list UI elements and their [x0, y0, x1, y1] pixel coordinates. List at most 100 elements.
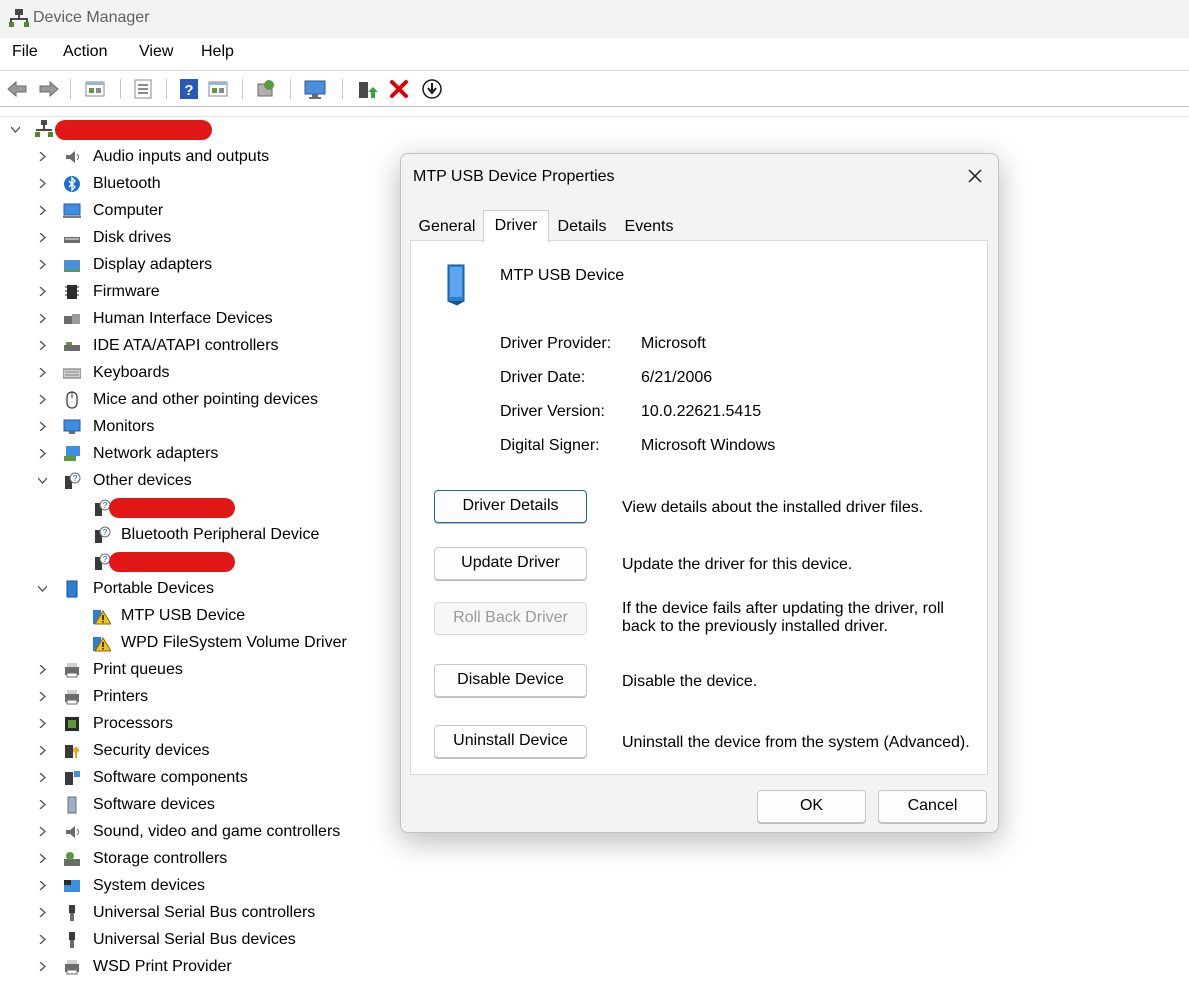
tree-item-computer[interactable]: Computer	[0, 197, 390, 224]
tree-item-network-adapters[interactable]: Network adapters	[0, 440, 390, 467]
tree-item-label: WPD FileSystem Volume Driver	[121, 634, 347, 651]
chevron-right-icon[interactable]	[38, 854, 47, 863]
chevron-right-icon[interactable]	[38, 152, 47, 161]
chevron-down-icon[interactable]	[38, 584, 47, 593]
help-icon[interactable]: ?	[178, 78, 200, 100]
tree-item-human-interface-devices[interactable]: Human Interface Devices	[0, 305, 390, 332]
tree-item-sound-video-and-game-controllers[interactable]: Sound, video and game controllers	[0, 818, 390, 845]
tree-item-label: Universal Serial Bus controllers	[93, 904, 316, 921]
chevron-right-icon[interactable]	[38, 206, 47, 215]
tree-item-bluetooth[interactable]: Bluetooth	[0, 170, 390, 197]
tree-item-processors[interactable]: Processors	[0, 710, 390, 737]
close-icon[interactable]	[964, 165, 986, 187]
svg-text:?: ?	[103, 528, 108, 537]
tree-item-wsd-print-provider[interactable]: WSD Print Provider	[0, 953, 390, 980]
driver-version-value: 10.0.22621.5415	[641, 403, 762, 420]
chevron-right-icon[interactable]	[38, 719, 47, 728]
monitor-icon[interactable]	[304, 78, 326, 100]
cancel-button[interactable]: Cancel	[878, 790, 987, 823]
chevron-right-icon[interactable]	[38, 395, 47, 404]
tree-item-mice-and-other-pointing-devices[interactable]: Mice and other pointing devices	[0, 386, 390, 413]
tree-item-bluetooth-peripheral-device[interactable]: ? Bluetooth Peripheral Device	[0, 521, 390, 548]
menu-view[interactable]: View	[139, 43, 173, 61]
show-hidden-icon[interactable]	[207, 78, 229, 100]
scan-hardware-icon[interactable]	[254, 78, 276, 100]
tree-item-label: IDE ATA/ATAPI controllers	[93, 337, 279, 354]
tree-item-label: Bluetooth	[93, 175, 161, 192]
tree-item-redacted-device[interactable]: ?	[0, 494, 390, 521]
update-view-icon[interactable]	[132, 78, 154, 100]
chevron-right-icon[interactable]	[38, 422, 47, 431]
printer-icon	[65, 690, 79, 705]
chevron-right-icon[interactable]	[38, 287, 47, 296]
chevron-right-icon[interactable]	[38, 962, 47, 971]
chevron-right-icon[interactable]	[38, 314, 47, 323]
chevron-right-icon[interactable]	[38, 827, 47, 836]
chevron-down-icon[interactable]	[38, 476, 47, 485]
driver-provider-value: Microsoft	[641, 335, 706, 352]
tab-details[interactable]: Details	[552, 213, 612, 240]
back-arrow-icon[interactable]	[6, 78, 28, 100]
driver-details-button[interactable]: Driver Details	[434, 490, 587, 523]
tree-item-universal-serial-bus-devices[interactable]: Universal Serial Bus devices	[0, 926, 390, 953]
tree-item-other-devices[interactable]: ? Other devices	[0, 467, 390, 494]
chevron-down-icon[interactable]	[11, 125, 20, 134]
menu-action[interactable]: Action	[63, 43, 107, 61]
forward-arrow-icon[interactable]	[38, 78, 60, 100]
uninstall-icon[interactable]	[388, 78, 410, 100]
chevron-right-icon[interactable]	[38, 179, 47, 188]
tree-item-print-queues[interactable]: Print queues	[0, 656, 390, 683]
tree-item-audio-inputs-and-outputs[interactable]: Audio inputs and outputs	[0, 143, 390, 170]
tree-item-monitors[interactable]: Monitors	[0, 413, 390, 440]
chevron-right-icon[interactable]	[38, 935, 47, 944]
chevron-right-icon[interactable]	[38, 773, 47, 782]
chevron-right-icon[interactable]	[38, 908, 47, 917]
tab-general[interactable]: General	[414, 213, 480, 240]
tree-item-security-devices[interactable]: Security devices	[0, 737, 390, 764]
tree-item-wpd-filesystem-volume-driver[interactable]: WPD FileSystem Volume Driver	[0, 629, 390, 656]
tree-item-label: Printers	[93, 688, 149, 705]
chevron-right-icon[interactable]	[38, 881, 47, 890]
chevron-right-icon[interactable]	[38, 260, 47, 269]
download-icon[interactable]	[421, 78, 443, 100]
tree-item-ide-ata-atapi-controllers[interactable]: IDE ATA/ATAPI controllers	[0, 332, 390, 359]
driver-version-label: Driver Version:	[500, 403, 605, 420]
tree-item-display-adapters[interactable]: Display adapters	[0, 251, 390, 278]
uninstall-device-button[interactable]: Uninstall Device	[434, 725, 587, 758]
tree-root[interactable]	[0, 116, 390, 143]
disable-device-button[interactable]: Disable Device	[434, 664, 587, 697]
roll-back-driver-button[interactable]: Roll Back Driver	[434, 602, 587, 635]
properties-icon[interactable]	[84, 78, 106, 100]
chevron-right-icon[interactable]	[38, 449, 47, 458]
menu-help[interactable]: Help	[201, 43, 234, 61]
update-driver-button[interactable]: Update Driver	[434, 547, 587, 580]
chevron-right-icon[interactable]	[38, 233, 47, 242]
tree-item-portable-devices[interactable]: Portable Devices	[0, 575, 390, 602]
tab-events[interactable]: Events	[617, 213, 681, 240]
ok-button[interactable]: OK	[757, 790, 866, 823]
tab-driver[interactable]: Driver	[483, 210, 549, 242]
chevron-right-icon[interactable]	[38, 368, 47, 377]
chevron-right-icon[interactable]	[38, 746, 47, 755]
tree-item-software-components[interactable]: Software components	[0, 764, 390, 791]
tree-item-label: Monitors	[93, 418, 155, 435]
tree-item-storage-controllers[interactable]: Storage controllers	[0, 845, 390, 872]
tree-item-keyboards[interactable]: Keyboards	[0, 359, 390, 386]
tree-item-label: MTP USB Device	[121, 607, 246, 624]
title-bar: Device Manager	[0, 0, 1189, 38]
tree-item-disk-drives[interactable]: Disk drives	[0, 224, 390, 251]
menu-file[interactable]: File	[12, 43, 38, 61]
tree-item-universal-serial-bus-controllers[interactable]: Universal Serial Bus controllers	[0, 899, 390, 926]
tree-item-redacted-device[interactable]: ?	[0, 548, 390, 575]
chevron-right-icon[interactable]	[38, 800, 47, 809]
chevron-right-icon[interactable]	[38, 665, 47, 674]
tree-item-printers[interactable]: Printers	[0, 683, 390, 710]
tree-item-mtp-usb-device[interactable]: MTP USB Device	[0, 602, 390, 629]
chevron-right-icon[interactable]	[38, 692, 47, 701]
update-driver-icon[interactable]	[356, 78, 378, 100]
chevron-right-icon[interactable]	[38, 341, 47, 350]
update-driver-description: Update the driver for this device.	[622, 556, 853, 573]
tree-item-software-devices[interactable]: Software devices	[0, 791, 390, 818]
tree-item-firmware[interactable]: Firmware	[0, 278, 390, 305]
tree-item-system-devices[interactable]: System devices	[0, 872, 390, 899]
